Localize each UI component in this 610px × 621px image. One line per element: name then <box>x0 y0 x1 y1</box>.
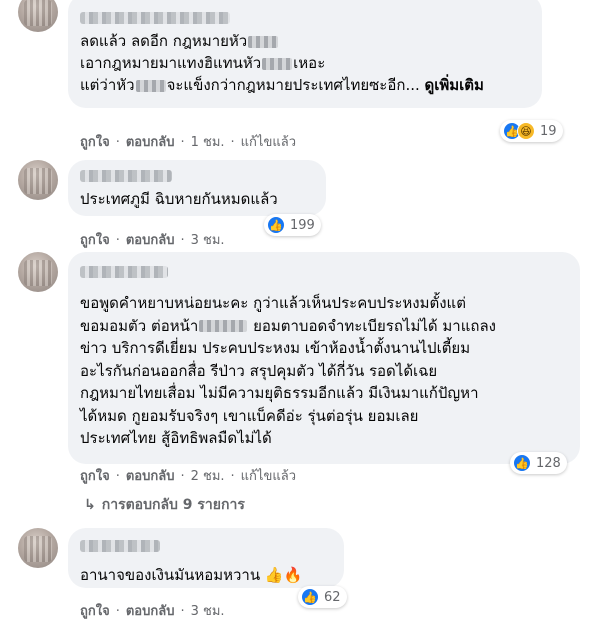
comment-bubble-2: ประเทศภูมี ฉิบหายกันหมดแล้ว <box>68 160 326 216</box>
reaction-summary-4[interactable]: 👍 62 <box>298 586 347 608</box>
see-more-link[interactable]: ดูเพิ่มเติม <box>425 76 484 94</box>
censored-text <box>248 35 279 48</box>
commenter-name-blurred[interactable] <box>80 266 168 278</box>
commenter-name-blurred[interactable] <box>80 12 230 24</box>
commenter-avatar-1[interactable] <box>18 0 58 32</box>
thumbs-up-icon: 👍 <box>301 588 319 606</box>
comment-bubble-1: ลดแล้ว ลดอีก กฎหมายหัว เอากฎหมายมาแทงฮิแ… <box>68 0 542 108</box>
reply-link[interactable]: ตอบกลับ <box>126 469 175 484</box>
reaction-count: 199 <box>290 217 315 233</box>
timestamp[interactable]: 3 ชม. <box>191 604 225 619</box>
edited-label: แก้ไขแล้ว <box>240 469 296 484</box>
reaction-summary-1[interactable]: 👍 😆 19 <box>500 120 563 142</box>
thumbs-up-icon: 👍 <box>513 454 531 472</box>
reply-link[interactable]: ตอบกลับ <box>126 135 175 150</box>
comment-text-4: อานาจของเงินมันหอมหวาน 👍🔥 <box>80 566 303 584</box>
commenter-avatar-3[interactable] <box>18 252 58 292</box>
reaction-summary-3[interactable]: 👍 128 <box>510 452 567 474</box>
edited-label: แก้ไขแล้ว <box>240 135 296 150</box>
thumbs-up-icon: 👍 <box>267 216 285 234</box>
like-link[interactable]: ถูกใจ <box>80 469 110 484</box>
reaction-count: 128 <box>536 455 561 471</box>
comment-text-1: ลดแล้ว ลดอีก กฎหมายหัว เอากฎหมายมาแทงฮิแ… <box>80 32 484 94</box>
comment-bubble-4: อานาจของเงินมันหอมหวาน 👍🔥 <box>68 528 344 588</box>
like-link[interactable]: ถูกใจ <box>80 135 110 150</box>
view-replies-link[interactable]: ↳ การตอบกลับ 9 รายการ <box>84 494 245 516</box>
commenter-name-blurred[interactable] <box>80 170 172 182</box>
comment-actions-1: ถูกใจ · ตอบกลับ · 1 ชม. · แก้ไขแล้ว <box>80 135 296 150</box>
reply-arrow-icon: ↳ <box>84 497 96 513</box>
comment-actions-3: ถูกใจ · ตอบกลับ · 2 ชม. · แก้ไขแล้ว <box>80 469 296 484</box>
reaction-count: 19 <box>540 123 557 139</box>
comment-actions-2: ถูกใจ · ตอบกลับ · 3 ชม. <box>80 233 225 248</box>
comment-text-2: ประเทศภูมี ฉิบหายกันหมดแล้ว <box>80 190 278 208</box>
comment-text-3: ขอพูดคำหยาบหน่อยนะคะ กูว่าแล้วเห็นประคบป… <box>80 294 496 447</box>
commenter-avatar-4[interactable] <box>18 528 58 568</box>
fire-emoji: 🔥 <box>283 566 303 584</box>
timestamp[interactable]: 2 ชม. <box>191 469 225 484</box>
reply-link[interactable]: ตอบกลับ <box>126 604 175 619</box>
censored-text <box>262 57 293 70</box>
commenter-avatar-2[interactable] <box>18 160 58 200</box>
censored-text <box>135 79 166 92</box>
reply-link[interactable]: ตอบกลับ <box>126 233 175 248</box>
reaction-count: 62 <box>324 589 341 605</box>
comment-actions-4: ถูกใจ · ตอบกลับ · 3 ชม. <box>80 604 225 619</box>
laughing-face-icon: 😆 <box>517 122 535 140</box>
like-link[interactable]: ถูกใจ <box>80 233 110 248</box>
comment-bubble-3: ขอพูดคำหยาบหน่อยนะคะ กูว่าแล้วเห็นประคบป… <box>68 252 580 464</box>
thumbs-up-emoji: 👍 <box>264 566 284 584</box>
timestamp[interactable]: 1 ชม. <box>191 135 225 150</box>
timestamp[interactable]: 3 ชม. <box>191 233 225 248</box>
like-link[interactable]: ถูกใจ <box>80 604 110 619</box>
reaction-summary-2[interactable]: 👍 199 <box>264 214 321 236</box>
commenter-name-blurred[interactable] <box>80 540 160 552</box>
censored-text <box>199 320 248 332</box>
